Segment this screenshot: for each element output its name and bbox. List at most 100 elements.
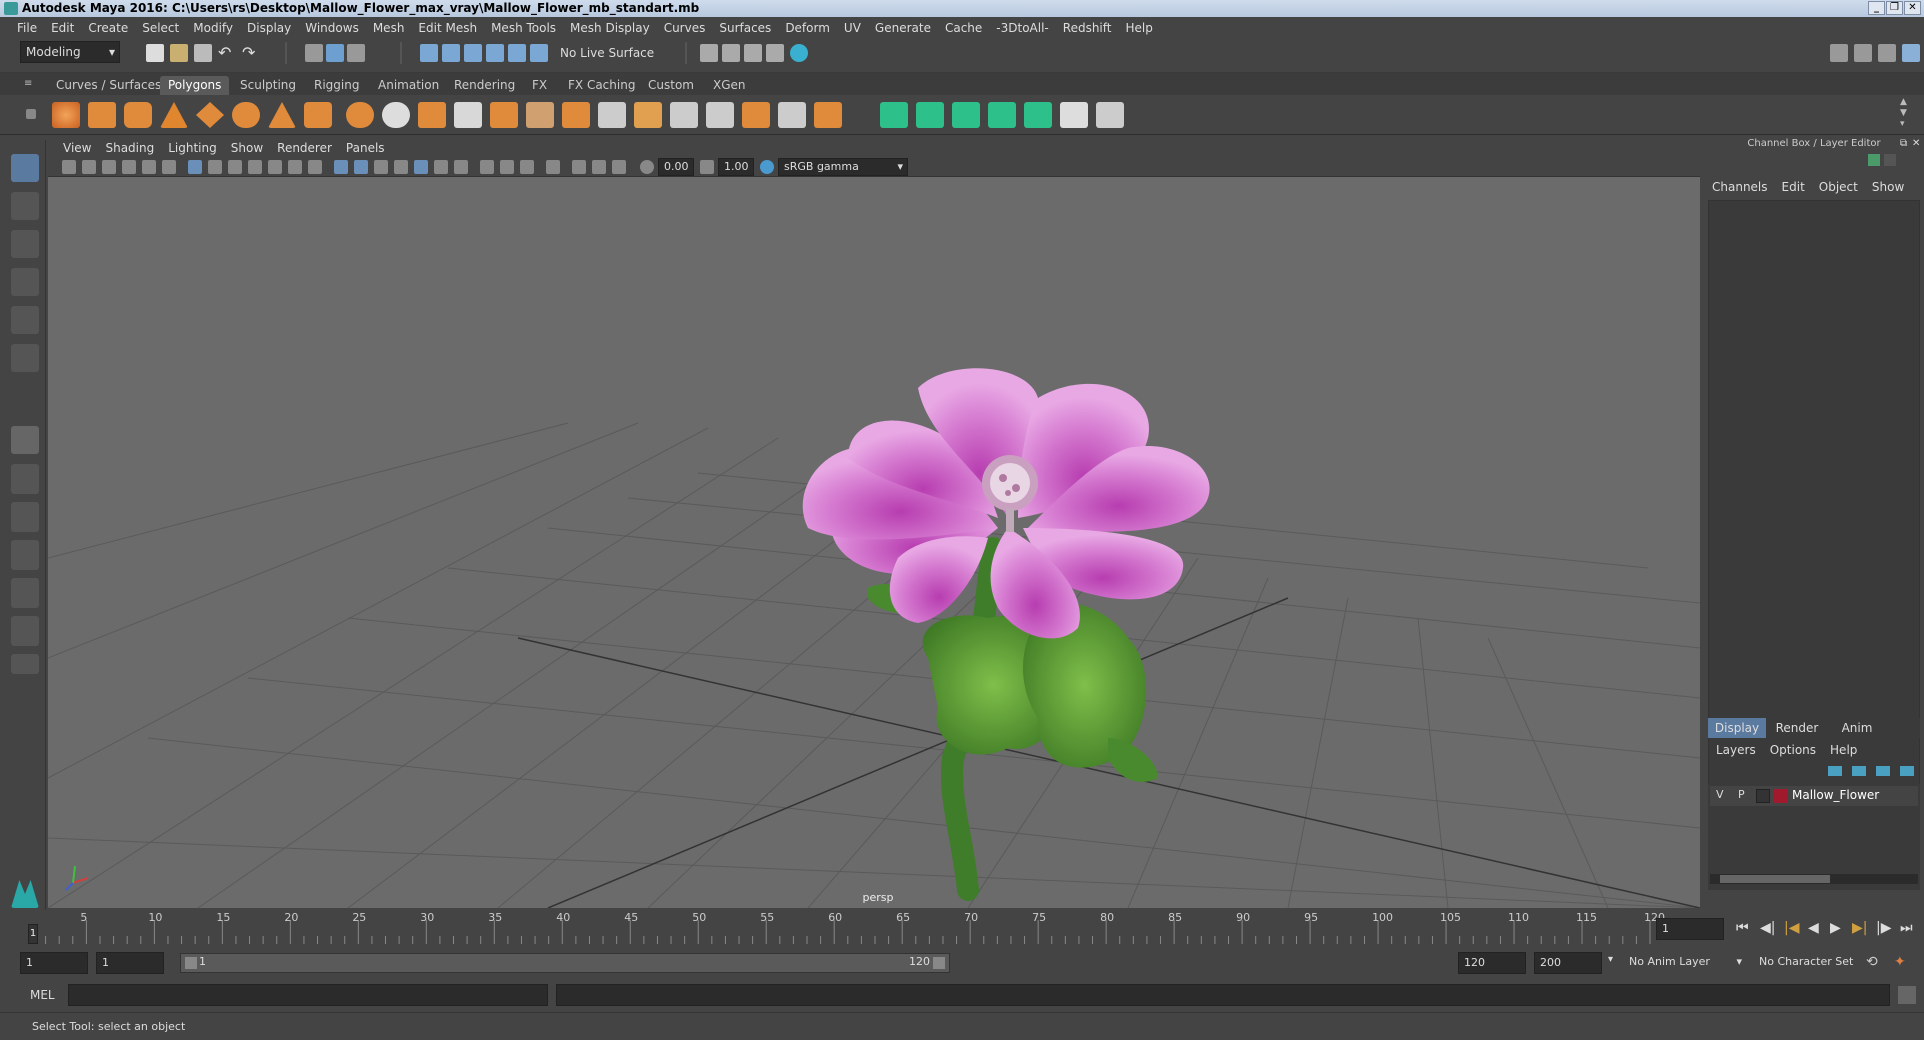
select-hierarchy-icon[interactable] [305,44,323,62]
select-component-icon[interactable] [347,44,365,62]
shelf-tab-rigging[interactable]: Rigging [306,76,367,95]
play-forward-icon[interactable]: ▶ [1830,920,1841,936]
ipr-render-icon[interactable] [744,44,762,62]
viewport-persp[interactable]: persp [48,138,1700,908]
mirror-icon[interactable] [778,102,806,128]
boolean-icon[interactable] [814,102,842,128]
playback-start-field[interactable]: 1 [96,952,164,974]
shelf-tab-animation[interactable]: Animation [370,76,447,95]
grease-pencil-icon[interactable] [162,160,176,174]
textured-icon[interactable] [394,160,408,174]
script-language-toggle[interactable]: MEL [30,988,55,1002]
bridge-icon[interactable] [526,102,554,128]
screen-space-ao-icon[interactable] [454,160,468,174]
shelf-scroll-icon[interactable]: ▲ ▼ ▾ [1900,97,1912,131]
current-frame-marker[interactable]: 1 [28,924,38,944]
channel-box-menu-channels[interactable]: Channels [1712,180,1768,194]
poly-sphere-icon[interactable] [52,102,80,128]
shelf-menu-icon[interactable]: ≡ [24,78,36,90]
close-panel-icon[interactable]: ✕ [1912,138,1920,149]
motion-blur-icon[interactable] [480,160,494,174]
select-object-icon[interactable] [326,44,344,62]
smooth-icon[interactable] [454,102,482,128]
panel-menu-renderer[interactable]: Renderer [270,141,339,155]
live-surface-field[interactable]: No Live Surface [555,43,655,63]
render-frame-icon[interactable] [722,44,740,62]
new-scene-icon[interactable] [146,44,164,62]
redo-icon[interactable]: ↷ [242,44,260,62]
menu-create[interactable]: Create [81,21,135,35]
lasso-tool-icon[interactable] [11,192,39,220]
move-tool-icon[interactable] [11,268,39,296]
paint-select-tool-icon[interactable] [11,230,39,258]
scale-tool-icon[interactable] [11,344,39,372]
panel-menu-panels[interactable]: Panels [339,141,392,155]
wireframe-on-shaded-icon[interactable] [374,160,388,174]
two-view-layout-icon[interactable] [11,502,39,532]
layer-name[interactable]: Mallow_Flower [1792,788,1879,802]
menu-generate[interactable]: Generate [868,21,938,35]
separate-icon[interactable] [382,102,410,128]
hypershade-icon[interactable] [790,44,808,62]
channel-box-menu-show[interactable]: Show [1872,180,1904,194]
anim-layer-dropdown[interactable]: No Anim Layer ▾ [1624,952,1744,974]
hypershade-layout-icon[interactable] [11,616,39,646]
layer-tab-anim[interactable]: Anim [1828,718,1886,738]
camera-attributes-icon[interactable] [82,160,96,174]
attribute-editor-icon[interactable] [1854,44,1872,62]
snap-point-icon[interactable] [464,44,482,62]
gate-mask-icon[interactable] [248,160,262,174]
panel-menu-show[interactable]: Show [224,141,270,155]
maximize-button[interactable]: ❐ [1886,1,1903,15]
menu-curves[interactable]: Curves [657,21,713,35]
select-camera-icon[interactable] [62,160,76,174]
combine-icon[interactable] [346,102,374,128]
shelf-tab-fx-caching[interactable]: FX Caching [560,76,643,95]
layer-menu-layers[interactable]: Layers [1716,743,1756,757]
channel-box-toggle-icon[interactable] [1868,154,1880,166]
range-start-handle[interactable] [185,957,197,969]
select-tool-icon[interactable] [11,154,39,182]
script-editor-icon[interactable] [1898,986,1916,1004]
shelf-tab-rendering[interactable]: Rendering [446,76,523,95]
wireframe-icon[interactable] [334,160,348,174]
chevron-down-icon[interactable]: ▾ [1608,954,1613,965]
single-perspective-layout-icon[interactable] [11,426,39,454]
xray-icon[interactable] [572,160,586,174]
layer-menu-options[interactable]: Options [1770,743,1816,757]
move-layer-up-icon[interactable] [1828,766,1842,776]
snap-curve-icon[interactable] [442,44,460,62]
bookmark-icon[interactable] [102,160,116,174]
channel-box-icon[interactable] [1902,44,1920,62]
uv-planar-icon[interactable] [880,102,908,128]
uv-layout-icon[interactable] [1096,102,1124,128]
two-d-pan-zoom-icon[interactable] [142,160,156,174]
fill-hole-icon[interactable] [634,102,662,128]
bevel-icon[interactable] [562,102,590,128]
menu-3dtoall[interactable]: -3DtoAll- [989,21,1055,35]
shadows-icon[interactable] [434,160,448,174]
panel-menu-lighting[interactable]: Lighting [161,141,224,155]
menu-edit-mesh[interactable]: Edit Mesh [411,21,484,35]
shelf-settings-icon[interactable] [26,109,36,119]
menu-mesh-display[interactable]: Mesh Display [563,21,657,35]
uv-editor-icon[interactable] [1024,102,1052,128]
extrude-icon[interactable] [490,102,518,128]
new-layer-icon[interactable] [1876,766,1890,776]
open-scene-icon[interactable] [170,44,188,62]
poly-pyramid-icon[interactable] [268,102,296,128]
poly-cone-icon[interactable] [160,102,188,128]
snap-grid-icon[interactable] [420,44,438,62]
poly-plane-icon[interactable] [196,102,224,128]
use-all-lights-icon[interactable] [414,160,428,174]
scene-start-field[interactable]: 1 [20,952,88,974]
extract-icon[interactable] [418,102,446,128]
uv-checker-icon[interactable] [1060,102,1088,128]
gamma-field[interactable]: 1.00 [718,158,754,176]
range-end-handle[interactable] [933,957,945,969]
exposure-field[interactable]: 0.00 [658,158,694,176]
menu-edit[interactable]: Edit [44,21,81,35]
scene-end-field[interactable]: 200 [1534,952,1602,974]
current-frame-field[interactable]: 1 [1656,918,1724,940]
menu-windows[interactable]: Windows [298,21,366,35]
